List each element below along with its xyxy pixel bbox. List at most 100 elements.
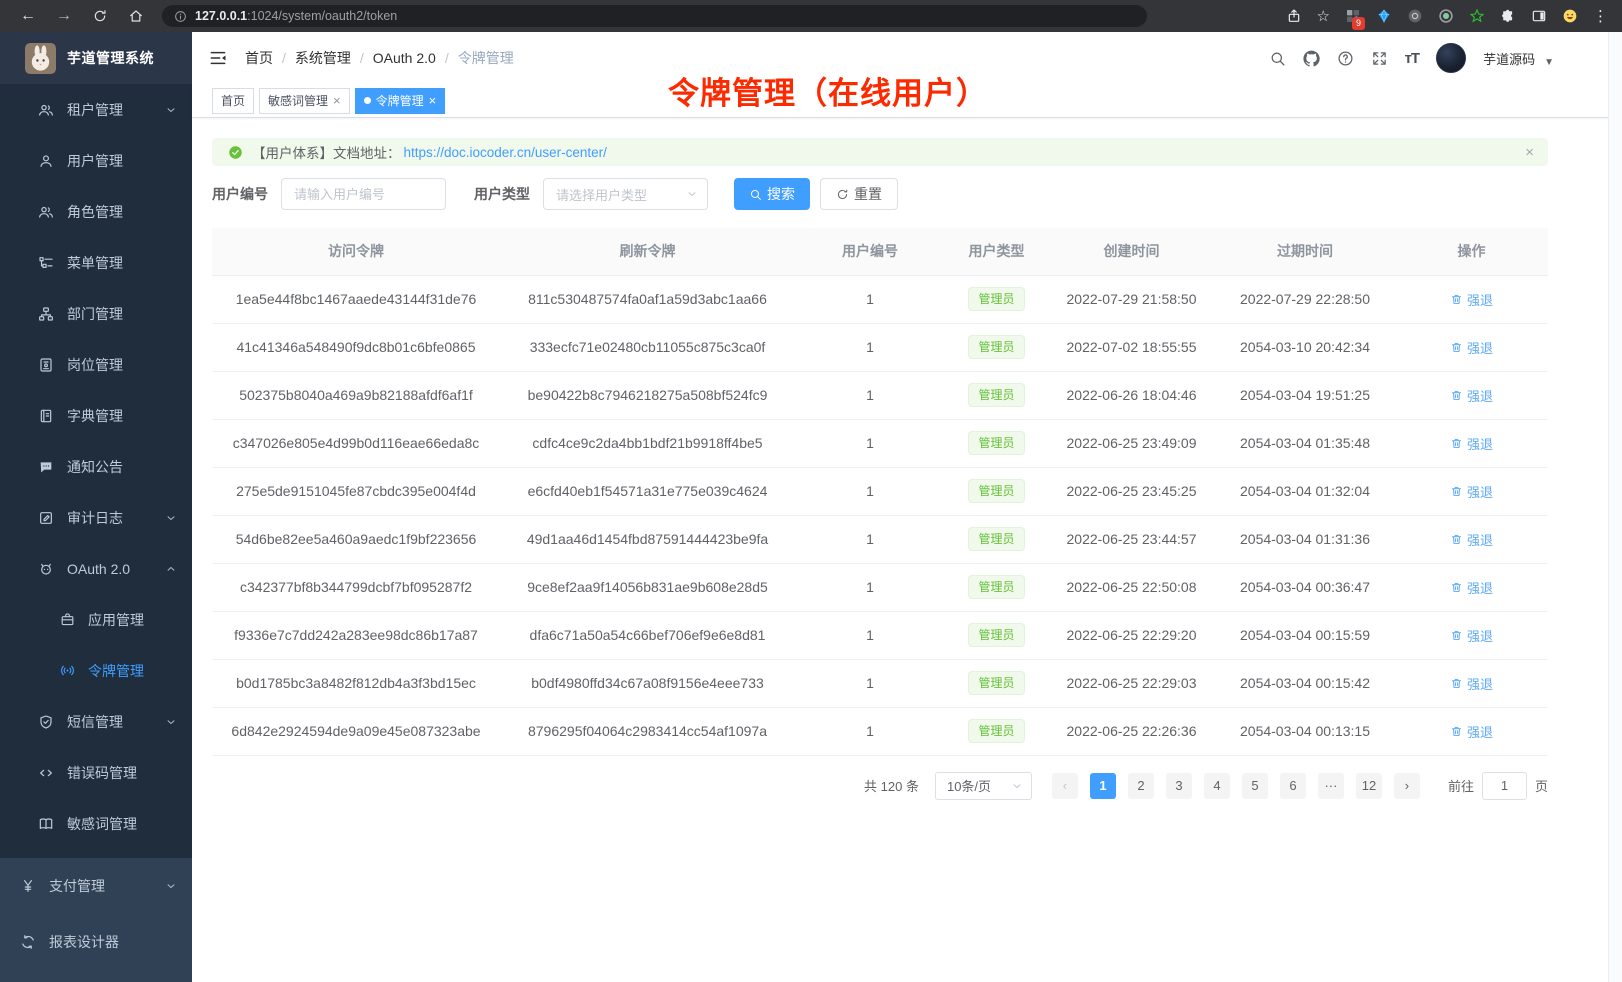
collapse-sidebar-icon[interactable] — [208, 48, 228, 68]
browser-menu-icon[interactable]: ⋮ — [1593, 7, 1608, 25]
sidebar-item-oauth2[interactable]: OAuth 2.0 — [0, 543, 192, 594]
user-name[interactable]: 芋道源码 — [1483, 49, 1535, 68]
force-logout-button[interactable]: 强退 — [1450, 386, 1493, 405]
help-icon[interactable] — [1337, 50, 1354, 67]
sidebar-item-report-designer[interactable]: 报表设计器 — [0, 914, 192, 970]
sidebar-item-audit-log[interactable]: 审计日志 — [0, 492, 192, 543]
url-bar[interactable]: 127.0.0.1:1024/system/oauth2/token — [162, 5, 1147, 27]
github-icon[interactable] — [1303, 50, 1320, 67]
create-time-cell: 2022-06-25 22:50:08 — [1048, 563, 1215, 611]
sidebar-item-oauth2-token[interactable]: 令牌管理 — [0, 645, 192, 696]
browser-home-icon[interactable] — [118, 8, 154, 24]
circle-extension-icon[interactable] — [1407, 8, 1423, 24]
next-page-button[interactable]: › — [1394, 773, 1420, 799]
gem-extension-icon[interactable] — [1376, 8, 1392, 24]
extension-blocks-icon[interactable]: 9 — [1345, 8, 1361, 24]
create-time-cell: 2022-06-25 23:49:09 — [1048, 419, 1215, 467]
trash-icon — [1450, 485, 1463, 498]
star-extension-icon[interactable] — [1469, 8, 1485, 24]
browser-reload-icon[interactable] — [82, 8, 118, 24]
tab-sensitive-word[interactable]: 敏感词管理× — [259, 88, 350, 114]
tab-home[interactable]: 首页 — [212, 88, 254, 114]
sidebar-item-post[interactable]: 岗位管理 — [0, 339, 192, 390]
sidebar-item-label: 岗位管理 — [67, 355, 123, 375]
share-icon[interactable] — [1286, 8, 1302, 24]
breadcrumb-home[interactable]: 首页 — [245, 48, 273, 68]
sidebar-item-oauth2-app[interactable]: 应用管理 — [0, 594, 192, 645]
goto-page-input[interactable] — [1482, 772, 1527, 800]
page-button-3[interactable]: 3 — [1166, 773, 1192, 799]
sidebar-item-tenant[interactable]: 租户管理 — [0, 84, 192, 135]
sidebar-item-role[interactable]: 角色管理 — [0, 186, 192, 237]
sidebar-item-label: 支付管理 — [49, 876, 105, 896]
record-extension-icon[interactable] — [1438, 8, 1454, 24]
user-id-input[interactable] — [281, 178, 446, 210]
close-icon[interactable]: × — [429, 94, 437, 107]
reset-button[interactable]: 重置 — [820, 178, 898, 210]
sidebar-item-menu[interactable]: 菜单管理 — [0, 237, 192, 288]
force-logout-button[interactable]: 强退 — [1450, 434, 1493, 453]
chevron-down-icon — [165, 880, 177, 892]
force-logout-button[interactable]: 强退 — [1450, 530, 1493, 549]
breadcrumb-system[interactable]: 系统管理 — [295, 48, 351, 68]
sidebar-item-label: 角色管理 — [67, 202, 123, 222]
site-info-icon[interactable] — [174, 10, 187, 23]
breadcrumb-oauth2[interactable]: OAuth 2.0 — [373, 50, 436, 66]
column-header-access-token: 访问令牌 — [212, 228, 500, 275]
user-type-cell: 管理员 — [945, 419, 1048, 467]
sidebar-item-error-code[interactable]: 错误码管理 — [0, 747, 192, 798]
user-id-cell: 1 — [795, 371, 945, 419]
profile-avatar[interactable] — [1562, 8, 1578, 24]
force-logout-button[interactable]: 强退 — [1450, 626, 1493, 645]
refresh-token-cell: cdfc4ce9c2da4bb1bdf21b9918ff4be5 — [500, 419, 795, 467]
page-button-5[interactable]: 5 — [1242, 773, 1268, 799]
force-logout-button[interactable]: 强退 — [1450, 722, 1493, 741]
browser-forward-icon[interactable]: → — [46, 7, 82, 25]
sidebar-item-pay[interactable]: 支付管理 — [0, 858, 192, 914]
force-logout-button[interactable]: 强退 — [1450, 338, 1493, 357]
force-logout-button[interactable]: 强退 — [1450, 578, 1493, 597]
force-logout-button[interactable]: 强退 — [1450, 482, 1493, 501]
search-icon[interactable] — [1269, 50, 1286, 67]
font-size-icon[interactable]: тT — [1405, 50, 1420, 67]
close-icon[interactable]: × — [333, 94, 341, 107]
users-icon — [38, 204, 54, 220]
fullscreen-icon[interactable] — [1371, 50, 1388, 67]
browser-back-icon[interactable]: ← — [10, 7, 46, 25]
app-logo[interactable]: 芋道管理系统 — [0, 32, 192, 84]
sidebar-item-sensitive-word[interactable]: 敏感词管理 — [0, 798, 192, 849]
sidebar-item-dept[interactable]: 部门管理 — [0, 288, 192, 339]
prev-page-button[interactable]: ‹ — [1052, 773, 1078, 799]
alert-close-icon[interactable]: × — [1525, 145, 1534, 160]
sidebar-item-user[interactable]: 用户管理 — [0, 135, 192, 186]
caret-down-icon[interactable]: ▼ — [1544, 49, 1554, 68]
page-button-12[interactable]: 12 — [1356, 773, 1382, 799]
refresh-icon — [836, 188, 849, 201]
extensions-puzzle-icon[interactable] — [1500, 8, 1516, 24]
page-button-4[interactable]: 4 — [1204, 773, 1230, 799]
actions-cell: 强退 — [1395, 467, 1548, 515]
force-logout-button[interactable]: 强退 — [1450, 674, 1493, 693]
sidebar-item-notice[interactable]: 通知公告 — [0, 441, 192, 492]
page-button-1[interactable]: 1 — [1090, 773, 1116, 799]
search-button[interactable]: 搜索 — [734, 178, 810, 210]
create-time-cell: 2022-06-25 23:44:57 — [1048, 515, 1215, 563]
column-header-refresh-token: 刷新令牌 — [500, 228, 795, 275]
table-row: 54d6be82ee5a460a9aedc1f9bf22365649d1aa46… — [212, 515, 1548, 563]
page-size-select[interactable]: 10条/页 — [935, 772, 1032, 800]
more-pages-button[interactable]: ··· — [1318, 773, 1344, 799]
page-button-6[interactable]: 6 — [1280, 773, 1306, 799]
user-type-select[interactable]: 请选择用户类型 — [543, 178, 708, 210]
side-panel-icon[interactable] — [1531, 8, 1547, 24]
bookmark-star-icon[interactable]: ☆ — [1317, 7, 1330, 25]
user-avatar[interactable] — [1436, 43, 1466, 73]
user-id-cell: 1 — [795, 659, 945, 707]
tab-oauth2-token[interactable]: 令牌管理× — [355, 88, 446, 114]
sidebar: 芋道管理系统 租户管理用户管理角色管理菜单管理部门管理岗位管理字典管理通知公告审… — [0, 32, 192, 982]
sidebar-item-sms[interactable]: 短信管理 — [0, 696, 192, 747]
sidebar-item-dict[interactable]: 字典管理 — [0, 390, 192, 441]
force-logout-button[interactable]: 强退 — [1450, 290, 1493, 309]
page-button-2[interactable]: 2 — [1128, 773, 1154, 799]
doc-link[interactable]: https://doc.iocoder.cn/user-center/ — [404, 145, 607, 160]
scrollbar[interactable] — [1608, 32, 1622, 982]
